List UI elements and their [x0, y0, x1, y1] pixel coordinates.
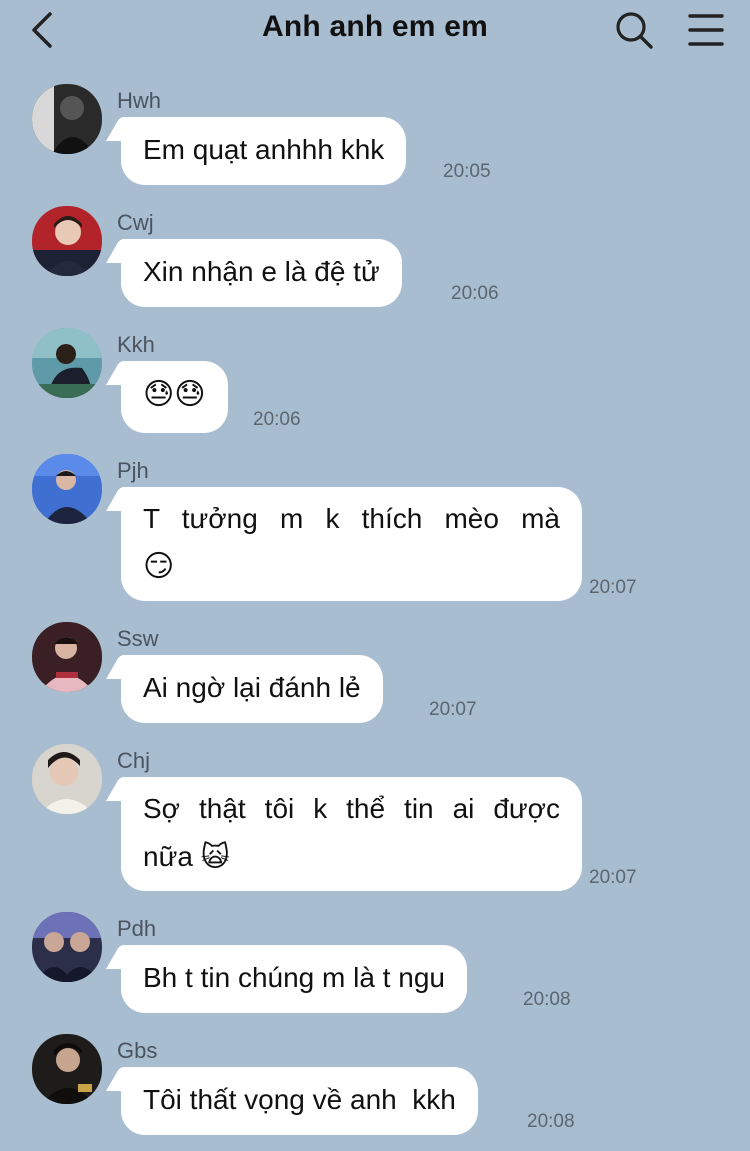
message-bubble[interactable]: Tôi thất vọng về anh kkh [121, 1067, 478, 1135]
message-text-continued: nữa 🙀 [143, 841, 230, 872]
avatar[interactable] [32, 1034, 102, 1104]
avatar[interactable] [32, 206, 102, 276]
message-bubble[interactable]: 😓😓 [121, 361, 228, 433]
search-icon [616, 12, 653, 49]
message-bubble[interactable]: Sợ thật tôi k thể tin ai được nữa 🙀 [121, 777, 582, 891]
avatar[interactable] [32, 622, 102, 692]
sender-name: Pdh [117, 916, 157, 941]
message-time: 20:06 [253, 409, 301, 430]
message-text: 😓😓 [143, 378, 206, 411]
message-time: 20:08 [523, 989, 571, 1010]
chat-header: Anh anh em em [0, 0, 750, 60]
message-text: Sợ thật tôi k thể tin ai được [143, 793, 560, 824]
message-time: 20:07 [589, 577, 637, 598]
menu-icon [688, 14, 724, 46]
message-text: T tưởng m k thích mèo mà [143, 503, 560, 534]
sender-name: Kkh [117, 332, 155, 357]
sender-name: Gbs [117, 1038, 158, 1063]
sender-name: Ssw [117, 626, 159, 651]
message-bubble[interactable]: Em quạt anhhh khk [121, 117, 407, 185]
avatar[interactable] [32, 84, 102, 154]
message-text: Xin nhận e là đệ tử [143, 256, 380, 287]
message-time: 20:07 [589, 867, 637, 888]
message-bubble[interactable]: T tưởng m k thích mèo mà 😏 [121, 487, 582, 601]
message-bubble[interactable]: Xin nhận e là đệ tử [121, 239, 402, 307]
message-text: Bh t tin chúng m là t ngu [143, 962, 445, 993]
message-bubble[interactable]: Ai ngờ lại đánh lẻ [121, 655, 383, 723]
sender-name: Cwj [117, 210, 154, 235]
message-text: Em quạt anhhh khk [143, 134, 385, 165]
sender-name: Hwh [117, 88, 162, 113]
message-text: Ai ngờ lại đánh lẻ [143, 672, 361, 703]
message-emoji: 😏 [143, 550, 175, 583]
message-time: 20:06 [451, 283, 499, 304]
message-time: 20:07 [429, 699, 477, 720]
message-time: 20:08 [527, 1111, 575, 1132]
message-text: Tôi thất vọng về anh kkh [143, 1084, 456, 1115]
avatar[interactable] [32, 328, 102, 398]
avatar[interactable] [32, 912, 102, 982]
message-bubble[interactable]: Bh t tin chúng m là t ngu [121, 945, 467, 1013]
sender-name: Chj [117, 748, 151, 773]
avatar[interactable] [32, 454, 102, 524]
sender-name: Pjh [117, 458, 149, 483]
avatar[interactable] [32, 744, 102, 814]
search-button[interactable] [612, 8, 656, 52]
menu-button[interactable] [684, 8, 728, 52]
message-time: 20:05 [443, 161, 491, 182]
